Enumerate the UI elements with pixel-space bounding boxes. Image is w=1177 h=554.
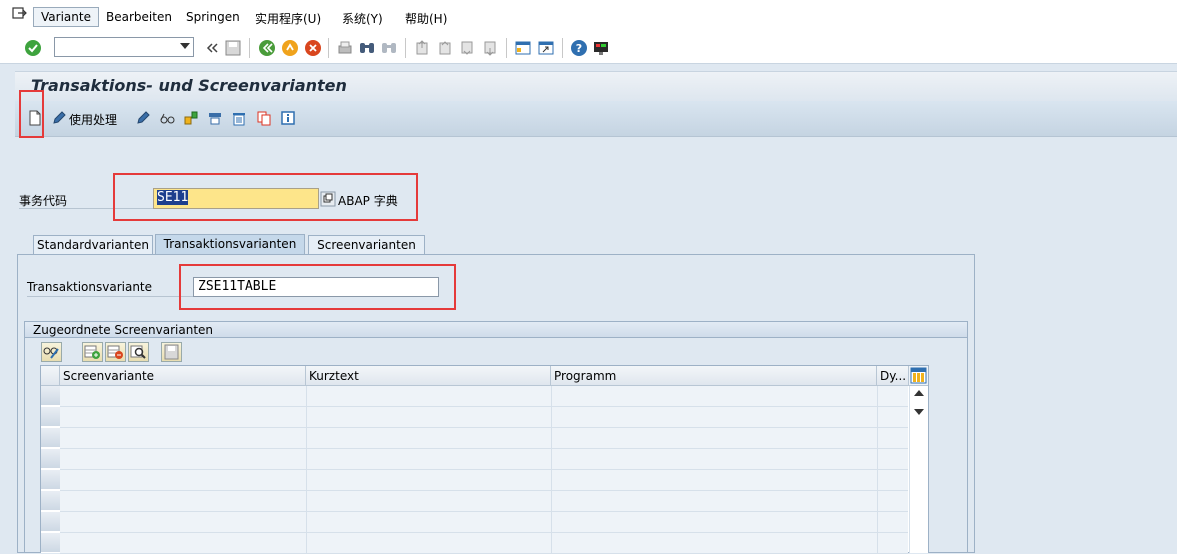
- menu-help[interactable]: 帮助(H): [405, 10, 447, 27]
- page-title: Transaktions- und Screenvarianten: [31, 76, 347, 95]
- menu-system[interactable]: 系统(Y): [342, 10, 383, 27]
- save-icon[interactable]: [224, 39, 242, 57]
- command-field[interactable]: [54, 37, 194, 57]
- first-page-icon[interactable]: [413, 39, 431, 57]
- scroll-down-icon[interactable]: [914, 409, 924, 415]
- help-icon[interactable]: ?: [570, 39, 588, 57]
- table-row[interactable]: [60, 386, 908, 407]
- save-icon: [164, 344, 179, 360]
- table-row[interactable]: [60, 470, 908, 491]
- menu-bearbeiten[interactable]: Bearbeiten: [106, 10, 172, 24]
- print-icon[interactable]: [336, 39, 354, 57]
- toolbar-separator: [562, 38, 563, 58]
- copy-object-icon[interactable]: [183, 110, 199, 126]
- customize-layout-icon[interactable]: [592, 39, 610, 57]
- table-row[interactable]: [60, 449, 908, 470]
- table-row[interactable]: [60, 512, 908, 533]
- info-icon[interactable]: [280, 110, 296, 126]
- tab-transaktionsvarianten[interactable]: Transaktionsvarianten: [155, 234, 305, 255]
- menu-utilities[interactable]: 实用程序(U): [255, 10, 321, 27]
- save-table-button[interactable]: [161, 342, 182, 362]
- delete-row-icon: [107, 345, 123, 359]
- table-scrollbar[interactable]: [909, 386, 928, 553]
- column-header-dynpro[interactable]: Dy...: [877, 366, 909, 386]
- cancel-icon[interactable]: [304, 39, 322, 57]
- tcode-label: 事务代码: [19, 194, 68, 208]
- details-button[interactable]: [41, 342, 62, 362]
- highlight-box-tcode: [113, 173, 418, 221]
- table-row[interactable]: [60, 428, 908, 449]
- toolbar-separator: [506, 38, 507, 58]
- toolbar-separator: [249, 38, 250, 58]
- find-icon[interactable]: [358, 39, 376, 57]
- back-icon[interactable]: [258, 39, 276, 57]
- row-selector[interactable]: [41, 470, 60, 490]
- row-selector[interactable]: [41, 533, 60, 553]
- menu-springen[interactable]: Springen: [186, 10, 240, 24]
- highlight-box-new: [19, 90, 44, 138]
- tab-standardvarianten[interactable]: Standardvarianten: [33, 235, 153, 255]
- highlight-box-variant: [179, 264, 456, 310]
- column-divider: [877, 386, 878, 553]
- group-title: Zugeordnete Screenvarianten: [33, 323, 214, 337]
- table-settings-icon: [910, 367, 927, 384]
- tab-screenvarianten[interactable]: Screenvarianten: [308, 235, 425, 255]
- exit-menu-icon[interactable]: [10, 4, 28, 22]
- next-page-icon[interactable]: [458, 39, 476, 57]
- find-row-button[interactable]: [128, 342, 149, 362]
- group-title-bar: Zugeordnete Screenvarianten: [24, 321, 968, 338]
- table-row[interactable]: [60, 491, 908, 512]
- use-handling-label[interactable]: 使用处理: [69, 111, 117, 128]
- previous-page-icon[interactable]: [436, 39, 454, 57]
- row-selector[interactable]: [41, 428, 60, 448]
- magnifier-icon: [130, 345, 146, 359]
- label-underline: [27, 296, 193, 297]
- enter-icon[interactable]: [24, 39, 42, 57]
- pencil-icon[interactable]: [51, 110, 67, 126]
- row-selector[interactable]: [41, 407, 60, 427]
- back-arrow-icon[interactable]: [203, 39, 221, 57]
- glasses-icon[interactable]: [159, 110, 175, 126]
- column-header-kurztext[interactable]: Kurztext: [306, 366, 551, 386]
- rename-icon[interactable]: [207, 110, 223, 126]
- insert-row-icon: [84, 345, 100, 359]
- shortcut-icon[interactable]: [537, 39, 555, 57]
- svg-text:?: ?: [576, 42, 582, 55]
- column-divider: [551, 386, 552, 553]
- column-header-screenvariante[interactable]: Screenvariante: [60, 366, 306, 386]
- table-row[interactable]: [60, 407, 908, 428]
- create-session-icon[interactable]: [514, 39, 532, 57]
- edit-pencil-icon[interactable]: [135, 110, 151, 126]
- column-header-programm[interactable]: Programm: [551, 366, 877, 386]
- chevron-down-icon[interactable]: [180, 43, 190, 49]
- menu-variante[interactable]: Variante: [33, 7, 99, 27]
- find-next-icon[interactable]: [380, 39, 398, 57]
- column-divider: [306, 386, 307, 553]
- row-selector[interactable]: [41, 386, 60, 406]
- row-selector[interactable]: [41, 449, 60, 469]
- insert-row-button[interactable]: [82, 342, 103, 362]
- row-selector[interactable]: [41, 512, 60, 532]
- menu-bar: [0, 0, 1177, 34]
- transaction-variant-label: Transaktionsvariante: [27, 280, 153, 294]
- last-page-icon[interactable]: [481, 39, 499, 57]
- select-all-cell[interactable]: [41, 366, 60, 386]
- delete-row-button[interactable]: [105, 342, 126, 362]
- toolbar-separator: [405, 38, 406, 58]
- delete-icon[interactable]: [231, 110, 247, 126]
- glasses-pencil-icon: [43, 347, 59, 359]
- row-selector[interactable]: [41, 491, 60, 511]
- table-settings-button[interactable]: [909, 366, 928, 386]
- scroll-up-icon[interactable]: [914, 390, 924, 396]
- table-row[interactable]: [60, 533, 908, 554]
- copy-icon[interactable]: [256, 110, 272, 126]
- exit-icon[interactable]: [281, 39, 299, 57]
- toolbar-separator: [328, 38, 329, 58]
